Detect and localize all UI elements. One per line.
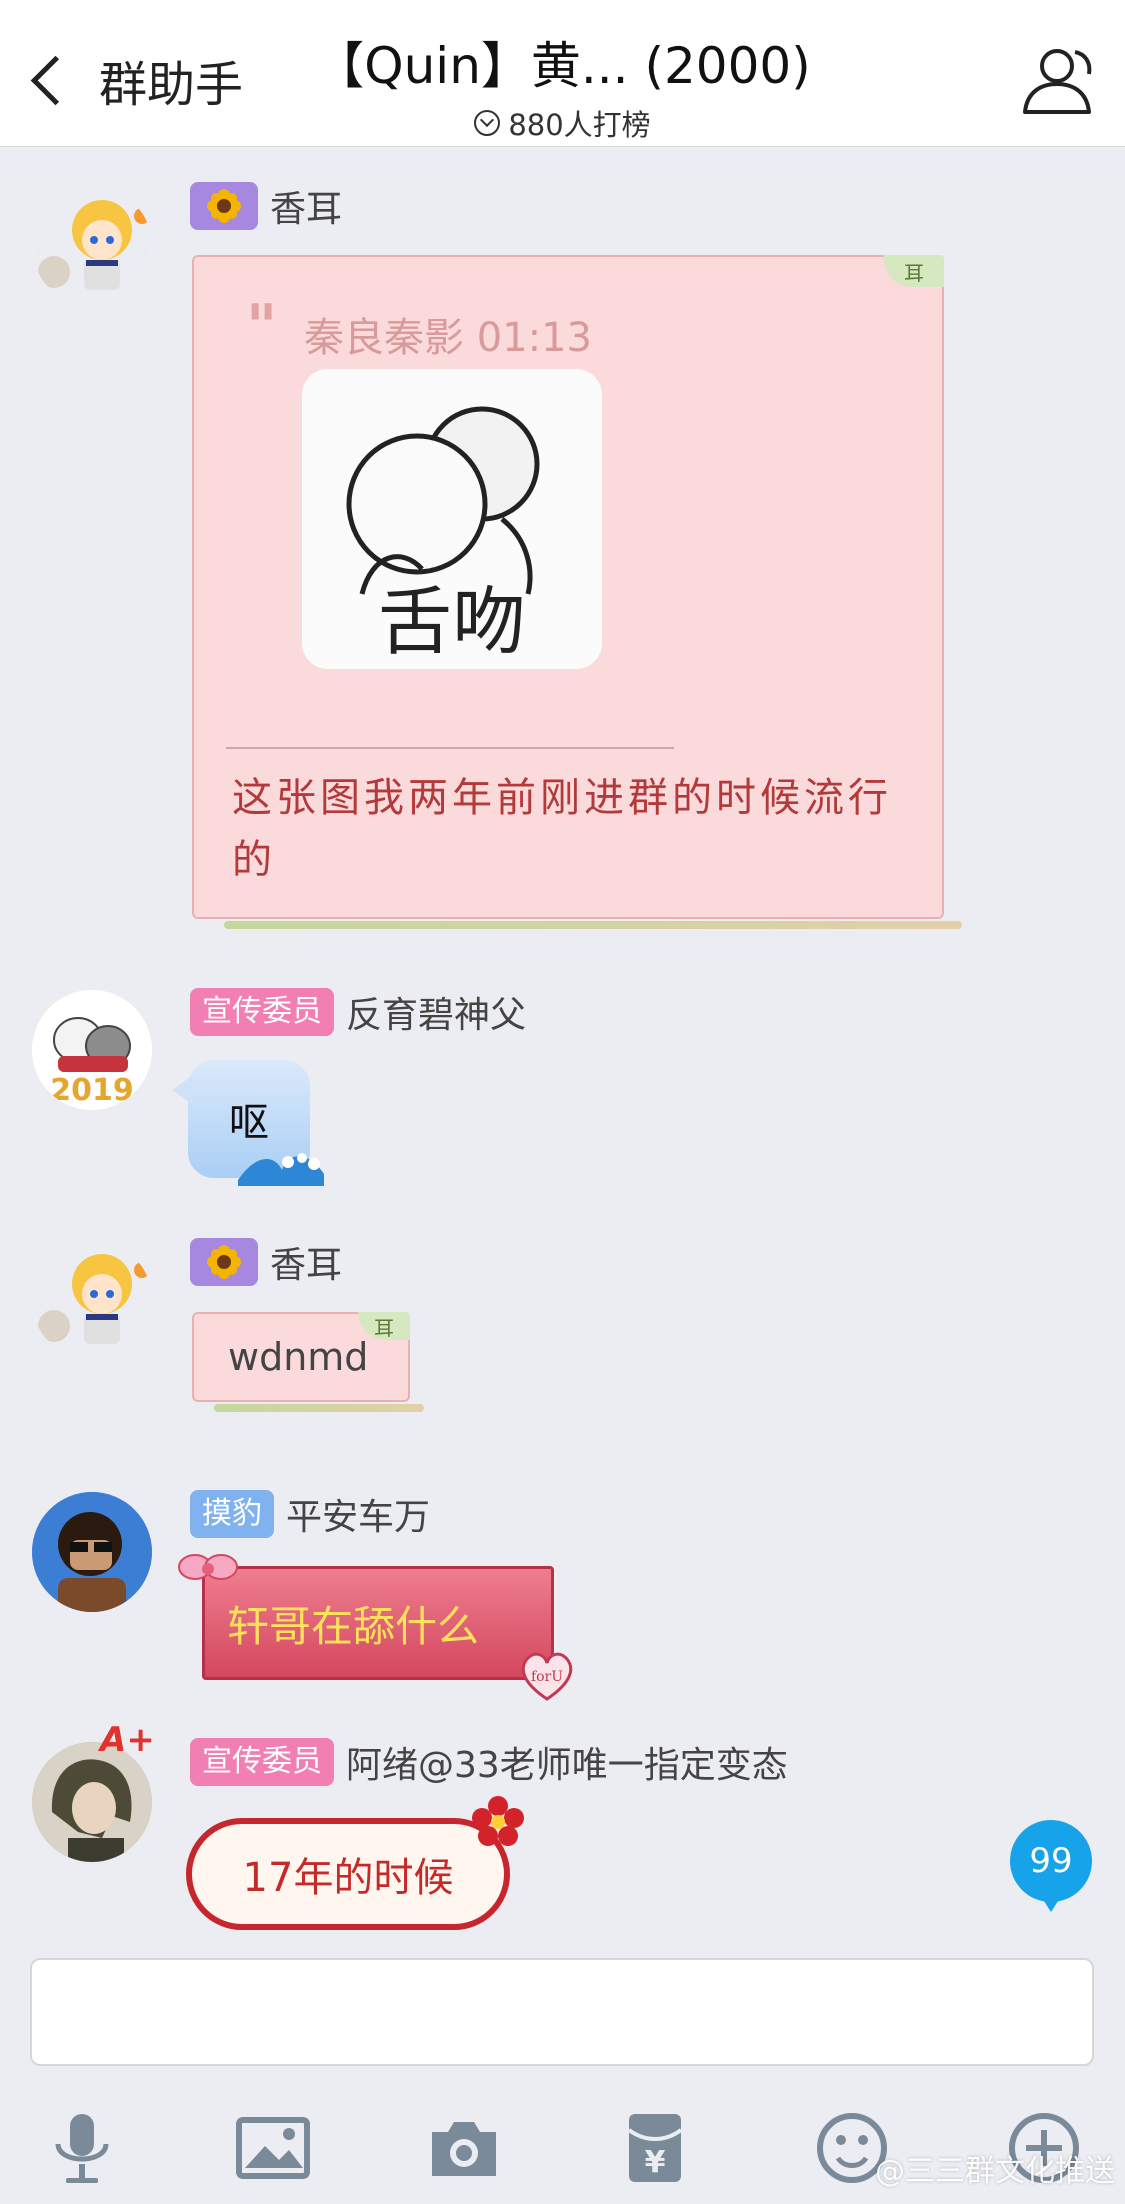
title-badge[interactable] bbox=[190, 182, 258, 230]
red-packet-icon[interactable]: ¥ bbox=[615, 2108, 695, 2188]
heart-icon: forU bbox=[521, 1652, 573, 1701]
leaf-tag: 耳 bbox=[884, 255, 944, 287]
quote-icon: " bbox=[246, 292, 278, 362]
title-badge[interactable]: 摸豹 bbox=[190, 1490, 274, 1538]
sender-row: 宣传委员 阿绪@33老师唯一指定变态 bbox=[190, 1736, 788, 1788]
quote-reply-bubble[interactable]: 耳 " 秦良秦影 01:13 舌吻 这张图我两年前刚进群的时候流行的 bbox=[192, 255, 962, 929]
title-badge[interactable]: 宣传委员 bbox=[190, 988, 334, 1036]
avatar[interactable] bbox=[32, 1240, 152, 1360]
sticker-caption: 舌吻 bbox=[378, 579, 526, 665]
sender-name[interactable]: 阿绪@33老师唯一指定变态 bbox=[346, 1736, 788, 1788]
divider bbox=[226, 747, 674, 749]
message-bubble[interactable]: 呕 bbox=[172, 1060, 324, 1186]
avatar[interactable] bbox=[32, 186, 152, 306]
sender-row: 香耳 bbox=[190, 180, 342, 232]
message-text: 这张图我两年前刚进群的时候流行的 bbox=[232, 775, 892, 883]
avatar[interactable]: 2019 bbox=[32, 990, 152, 1110]
sender-row: 宣传委员 反育碧神父 bbox=[190, 986, 526, 1038]
avatar-grade-label: A+ bbox=[100, 1720, 155, 1760]
sunflower-icon bbox=[207, 1245, 241, 1279]
sender-row: 摸豹 平安车万 bbox=[190, 1488, 430, 1540]
gift-bow-icon bbox=[178, 1554, 238, 1580]
watermark: @三三群文化推送 bbox=[875, 2154, 1115, 2189]
title-badge[interactable]: 宣传委员 bbox=[190, 1738, 334, 1786]
sender-name[interactable]: 反育碧神父 bbox=[346, 986, 526, 1038]
message-text: 轩哥在舔什么 bbox=[227, 1601, 480, 1651]
sunflower-icon bbox=[207, 189, 241, 223]
sender-name[interactable]: 平安车万 bbox=[286, 1488, 430, 1540]
message-bubble[interactable]: 耳 wdnmd bbox=[192, 1312, 424, 1412]
sticker-image[interactable]: 舌吻 bbox=[302, 369, 602, 669]
message-input[interactable] bbox=[30, 1958, 1094, 2066]
avatar-label: 2019 bbox=[50, 1073, 134, 1108]
circle-chevron-down-icon bbox=[474, 110, 501, 136]
microphone-icon[interactable] bbox=[42, 2108, 122, 2188]
svg-text:¥: ¥ bbox=[645, 2145, 666, 2180]
message-text: 17年的时候 bbox=[242, 1855, 454, 1901]
message-bubble[interactable]: 17年的时候 bbox=[186, 1796, 524, 1930]
avatar[interactable] bbox=[32, 1492, 152, 1612]
group-title: 【Quin】黄... (2000) bbox=[314, 37, 811, 95]
bubble-tail bbox=[172, 1076, 192, 1104]
flower-decoration-icon bbox=[472, 1796, 524, 1846]
quoted-author-time: 秦良秦影 01:13 bbox=[304, 315, 592, 361]
message-text: wdnmd bbox=[228, 1335, 369, 1379]
group-members-icon[interactable] bbox=[1017, 42, 1097, 118]
avatar[interactable] bbox=[32, 1742, 152, 1862]
wave-decoration-icon bbox=[238, 1153, 324, 1186]
unread-count-badge[interactable]: 99 bbox=[1010, 1820, 1092, 1912]
camera-icon[interactable] bbox=[424, 2108, 504, 2188]
sender-row: 香耳 bbox=[190, 1236, 342, 1288]
title-badge[interactable] bbox=[190, 1238, 258, 1286]
image-icon[interactable] bbox=[233, 2108, 313, 2188]
group-subtitle[interactable]: 880人打榜 bbox=[280, 102, 845, 144]
back-button[interactable]: 群助手 bbox=[20, 40, 243, 120]
message-text: 呕 bbox=[229, 1100, 269, 1146]
ranking-count: 880人打榜 bbox=[508, 108, 651, 142]
chevron-left-icon bbox=[30, 55, 81, 105]
input-toolbar: ¥ @三三群文化推送 bbox=[0, 2080, 1125, 2204]
back-label: 群助手 bbox=[99, 57, 244, 113]
sender-name[interactable]: 香耳 bbox=[270, 1236, 342, 1288]
sender-name[interactable]: 香耳 bbox=[270, 180, 342, 232]
title-area[interactable]: 【Quin】黄... (2000) 880人打榜 bbox=[280, 26, 845, 144]
heart-label: forU bbox=[531, 1669, 563, 1685]
message-bubble[interactable]: 轩哥在舔什么 forU bbox=[178, 1554, 573, 1701]
header: 群助手 【Quin】黄... (2000) 880人打榜 bbox=[0, 0, 1125, 147]
